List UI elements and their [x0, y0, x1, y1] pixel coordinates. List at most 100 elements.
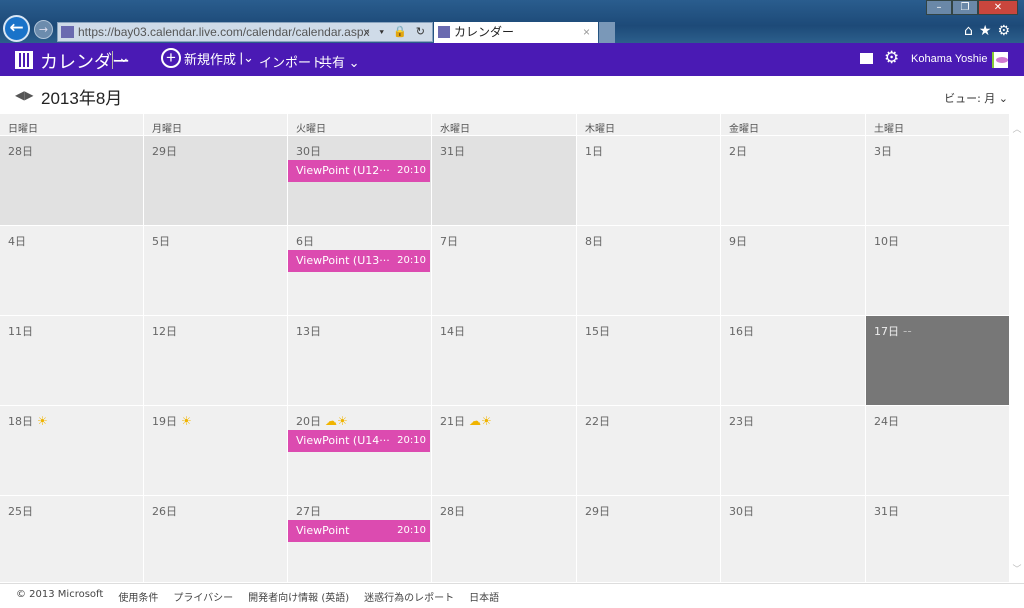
prev-month-icon[interactable]: ◀ [15, 88, 24, 102]
scrollbar[interactable]: ︿ ﹀ [1010, 114, 1024, 583]
restore-button[interactable]: ❐ [952, 0, 978, 15]
day-cell[interactable]: 3日 [866, 136, 1009, 225]
day-cell[interactable]: 11日 [0, 316, 143, 405]
day-cell[interactable]: 30日 ViewPoint (U12··· 20:10 [288, 136, 431, 225]
weather-icon: -- [903, 324, 912, 338]
day-cell[interactable]: 29日 [577, 496, 720, 582]
footer-link[interactable]: 日本語 [469, 589, 499, 608]
event-time: 20:10 [397, 165, 426, 176]
day-number: 4日 [8, 235, 26, 248]
day-cell[interactable]: 28日 [432, 496, 576, 582]
day-number: 6日 [296, 235, 314, 248]
day-cell[interactable]: 10日 [866, 226, 1009, 315]
settings-icon[interactable]: ⚙ [997, 23, 1016, 39]
day-cell[interactable]: 31日 [866, 496, 1009, 582]
day-number: 31日 [874, 505, 899, 518]
footer-link[interactable]: 開発者向け情報 (英語) [248, 589, 349, 608]
day-cell[interactable]: 4日 [0, 226, 143, 315]
footer-link[interactable]: 使用条件 [118, 589, 158, 608]
calendar-event[interactable]: ViewPoint 20:10 [288, 520, 430, 542]
day-cell[interactable]: 20日 ☁☀ ViewPoint (U14··· 20:10 [288, 406, 431, 495]
weekday-header: 土曜日 [866, 114, 1009, 135]
day-cell[interactable]: 17日 -- [866, 316, 1009, 405]
weather-icon: ☁☀ [469, 414, 492, 428]
day-cell[interactable]: 8日 [577, 226, 720, 315]
day-cell[interactable]: 29日 [144, 136, 287, 225]
day-number: 28日 [8, 145, 33, 158]
day-number: 7日 [440, 235, 458, 248]
back-button[interactable]: ← [3, 15, 30, 42]
view-selector[interactable]: ビュー: 月 ⌄ [944, 90, 1008, 106]
day-cell[interactable]: 5日 [144, 226, 287, 315]
home-icon[interactable]: ⌂ [964, 23, 979, 39]
address-tools[interactable]: ⌕ ▾ 🔒 ↻ [364, 23, 428, 41]
avatar[interactable] [992, 52, 1008, 68]
user-name[interactable]: Kohama Yoshie [911, 53, 987, 65]
day-number: 29日 [152, 145, 177, 158]
day-cell[interactable]: 2日 [721, 136, 865, 225]
app-bar: カレンダー ⌄ + 新規作成 |⌄ インポート 共有 ⌄ ⚙ Kohama Yos… [0, 43, 1024, 76]
day-cell[interactable]: 16日 [721, 316, 865, 405]
day-number: 18日 [8, 415, 33, 428]
browser-tab[interactable]: カレンダー × [434, 22, 598, 43]
tab-icon [438, 26, 450, 38]
feedback-icon[interactable] [860, 53, 873, 64]
new-tab-button[interactable] [599, 22, 615, 43]
day-cell[interactable]: 13日 [288, 316, 431, 405]
day-cell[interactable]: 25日 [0, 496, 143, 582]
day-cell[interactable]: 1日 [577, 136, 720, 225]
day-cell[interactable]: 26日 [144, 496, 287, 582]
footer-link[interactable]: プライバシー [173, 589, 233, 608]
chevron-down-icon: ⌄ [998, 92, 1008, 105]
day-cell[interactable]: 15日 [577, 316, 720, 405]
forward-button[interactable]: → [34, 20, 53, 39]
day-cell[interactable]: 9日 [721, 226, 865, 315]
share-button[interactable]: 共有 ⌄ [319, 52, 360, 71]
next-month-icon[interactable]: ▶ [24, 88, 33, 102]
favorites-icon[interactable]: ★ [979, 23, 998, 39]
weekday-header: 水曜日 [432, 114, 576, 135]
weekday-header: 木曜日 [577, 114, 720, 135]
calendar-event[interactable]: ViewPoint (U12··· 20:10 [288, 160, 430, 182]
day-cell[interactable]: 31日 [432, 136, 576, 225]
calendar-event[interactable]: ViewPoint (U14··· 20:10 [288, 430, 430, 452]
event-time: 20:10 [397, 435, 426, 446]
day-number: 5日 [152, 235, 170, 248]
day-cell[interactable]: 27日 ViewPoint 20:10 [288, 496, 431, 582]
close-tab-icon[interactable]: × [583, 22, 590, 42]
day-cell[interactable]: 28日 [0, 136, 143, 225]
day-cell[interactable]: 30日 [721, 496, 865, 582]
day-cell[interactable]: 14日 [432, 316, 576, 405]
day-number: 13日 [296, 325, 321, 338]
day-cell[interactable]: 22日 [577, 406, 720, 495]
day-cell[interactable]: 19日 ☀ [144, 406, 287, 495]
day-cell[interactable]: 7日 [432, 226, 576, 315]
day-number: 12日 [152, 325, 177, 338]
app-title[interactable]: カレンダー [40, 48, 130, 74]
address-bar[interactable]: https://bay03.calendar.live.com/calendar… [57, 22, 433, 42]
weekday-header: 火曜日 [288, 114, 431, 135]
day-cell[interactable]: 21日 ☁☀ [432, 406, 576, 495]
new-button[interactable]: + 新規作成 |⌄ [161, 48, 254, 68]
day-number: 15日 [585, 325, 610, 338]
day-cell[interactable]: 24日 [866, 406, 1009, 495]
share-label: 共有 [319, 55, 346, 70]
day-number: 28日 [440, 505, 465, 518]
app-switcher-chevron-icon[interactable]: ⌄ [118, 49, 130, 66]
day-cell[interactable]: 12日 [144, 316, 287, 405]
browser-chrome: ← → https://bay03.calendar.live.com/cale… [0, 0, 1024, 43]
import-button[interactable]: インポート [259, 52, 324, 71]
chevron-down-icon[interactable]: |⌄ [236, 50, 254, 66]
day-cell[interactable]: 18日 ☀ [0, 406, 143, 495]
calendar-event[interactable]: ViewPoint (U13··· 20:10 [288, 250, 430, 272]
page-title: 2013年8月 [41, 89, 123, 108]
weather-icon: ☀ [37, 414, 48, 428]
day-number: 30日 [296, 145, 321, 158]
close-window-button[interactable]: ✕ [978, 0, 1018, 15]
day-cell[interactable]: 6日 ViewPoint (U13··· 20:10 [288, 226, 431, 315]
day-number: 9日 [729, 235, 747, 248]
gear-icon[interactable]: ⚙ [884, 48, 899, 68]
day-cell[interactable]: 23日 [721, 406, 865, 495]
minimize-button[interactable]: – [926, 0, 952, 15]
footer-link[interactable]: 迷惑行為のレポート [364, 589, 454, 608]
